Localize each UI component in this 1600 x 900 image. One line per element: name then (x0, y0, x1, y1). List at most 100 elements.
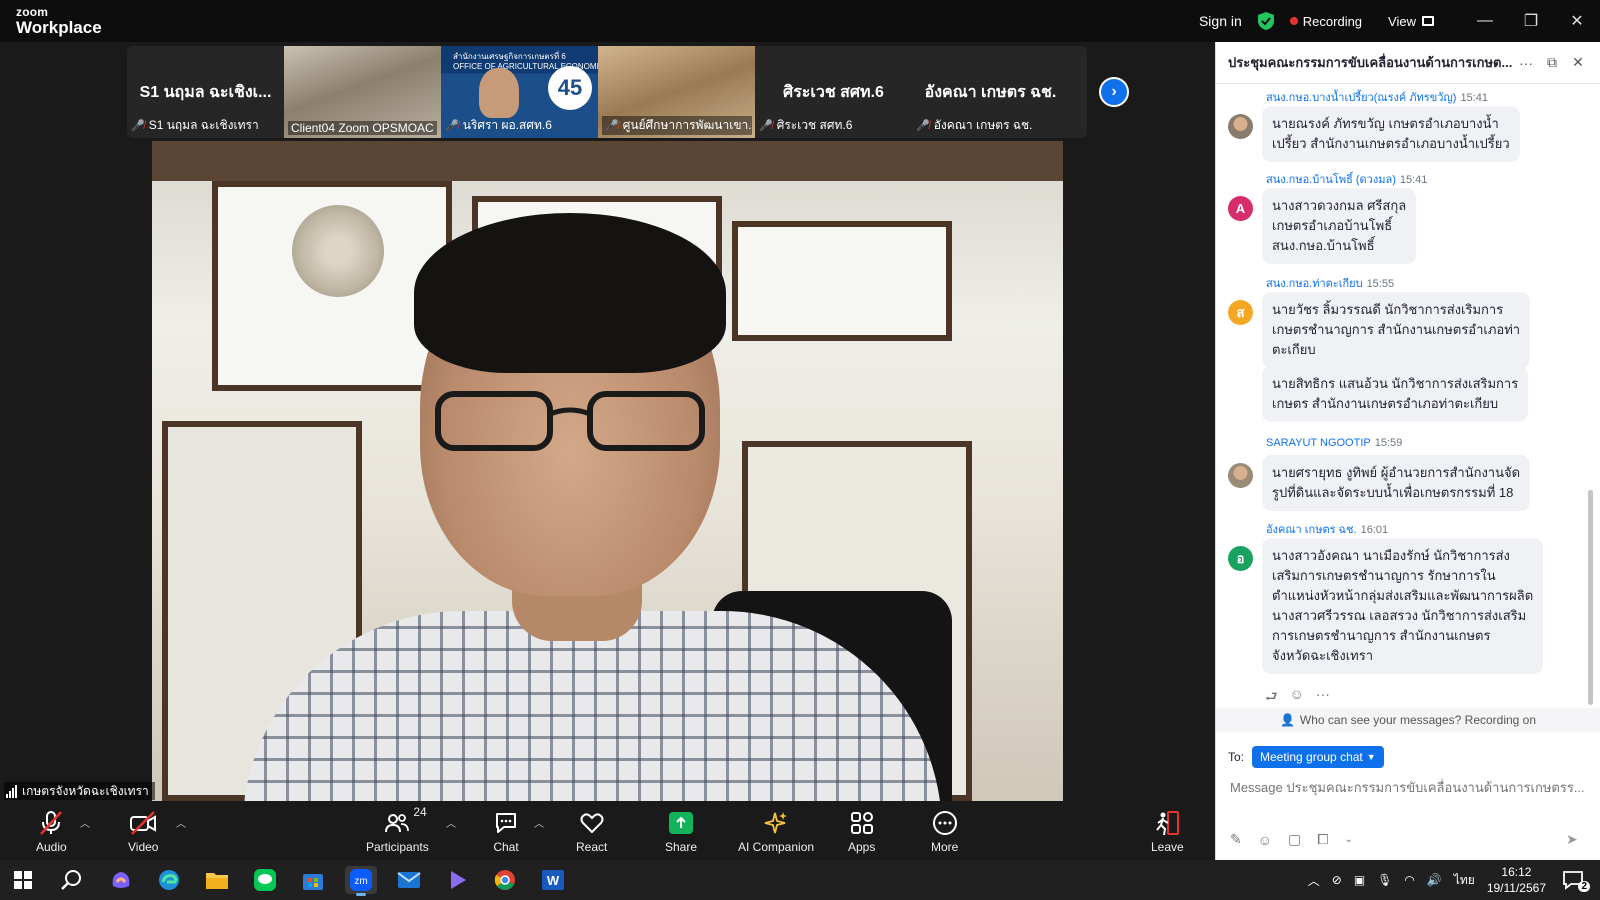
share-button[interactable]: Share (665, 809, 697, 854)
message-bubble[interactable]: นายวัชร ลิ้มวรรณดี นักวิชาการส่งเริมการเ… (1262, 292, 1531, 368)
search-button[interactable] (55, 866, 87, 894)
video-button[interactable]: Video (128, 809, 158, 854)
volume-icon[interactable]: 🔊 (1427, 873, 1442, 887)
emoji-icon[interactable]: ☺ (1258, 832, 1272, 848)
view-button[interactable]: View (1388, 14, 1434, 29)
sender-name: สนง.กษอ.ท่าตะเกียบ (1266, 278, 1363, 290)
message-bubble[interactable]: นายศรายุทธ งูทิพย์ ผู้อำนวยการสำนักงานจั… (1262, 455, 1531, 511)
more-button[interactable]: More (931, 809, 958, 854)
camera-off-icon[interactable]: ⊘ (1332, 873, 1342, 887)
recipient-row: To: Meeting group chat ▼ (1228, 746, 1384, 768)
react-button[interactable]: React (576, 809, 607, 854)
sign-in-link[interactable]: Sign in (1199, 13, 1242, 29)
camera-icon[interactable]: ▣ (1354, 873, 1365, 887)
pop-out-icon[interactable]: ⧉ (1539, 54, 1565, 71)
participant-thumb[interactable]: อังคณา เกษตร ฉช. 🎤̸ อังคณา เกษตร ฉช. (912, 46, 1069, 138)
message-line: นางสาวศรีวรรณ เลอสรวง นักวิชาการส่งเสริม (1272, 608, 1527, 623)
chat-scrollbar[interactable] (1588, 490, 1593, 705)
clock[interactable]: 16:12 19/11/2567 (1487, 864, 1546, 896)
active-speaker-video[interactable] (152, 141, 1063, 801)
apps-button[interactable]: Apps (848, 809, 875, 854)
participants-button[interactable]: 24 Participants (366, 805, 429, 854)
message-line: สนง.กษอ.บ้านโพธิ์ (1272, 238, 1375, 253)
message-sender[interactable]: สนง.กษอ.บางน้ำเปรี้ยว(ณรงค์ ภัทรขวัญ) 15:… (1266, 88, 1488, 106)
minimize-button[interactable]: — (1462, 0, 1508, 42)
next-page-button[interactable]: › (1099, 77, 1129, 107)
microphone-icon[interactable]: 🎙 (1377, 873, 1392, 887)
message-line: นายศรายุทธ งูทิพย์ ผู้อำนวยการสำนักงานจั… (1272, 465, 1521, 480)
file-attach-icon[interactable]: ▢ (1288, 831, 1301, 848)
leave-button[interactable]: Leave (1151, 809, 1184, 854)
zoom-taskbar-icon[interactable]: zm (345, 866, 377, 896)
show-hidden-icons-icon[interactable]: ︿ (1308, 872, 1320, 889)
ai-companion-button[interactable]: AI Companion (738, 809, 814, 854)
screenshot-icon[interactable]: ⧠ (1317, 831, 1328, 848)
sender-avatar[interactable]: A (1228, 196, 1253, 221)
recipient-dropdown[interactable]: Meeting group chat ▼ (1252, 746, 1384, 768)
privacy-notice[interactable]: 👤 Who can see your messages? Recording o… (1216, 708, 1600, 732)
audio-options-caret[interactable]: ︿ (80, 815, 90, 830)
chrome-taskbar-icon[interactable] (489, 866, 521, 894)
recording-indicator[interactable]: Recording (1289, 14, 1362, 29)
close-chat-icon[interactable]: ✕ (1565, 54, 1591, 71)
close-window-button[interactable]: ✕ (1554, 0, 1600, 42)
restore-button[interactable]: ❐ (1508, 0, 1554, 42)
message-sender[interactable]: อังคณา เกษตร ฉช. 16:01 (1266, 520, 1388, 538)
mail-taskbar-icon[interactable] (393, 866, 425, 894)
participant-caption: S1 นฤมล ฉะเชิงเทรา (148, 118, 259, 132)
participant-thumb[interactable]: 🎤̸ ศูนย์ศึกษาการพัฒนาเขา... (598, 46, 755, 138)
message-bubble[interactable]: นางสาวดวงกมล ศรีสกุล เกษตรอำเภอบ้านโพธิ์ส… (1262, 188, 1417, 264)
sender-avatar[interactable]: ส (1228, 300, 1253, 325)
message-bubble[interactable]: นายณรงค์ ภัทรขวัญ เกษตรอำเภอบางน้ำ เปรี้ย… (1262, 106, 1520, 162)
input-language[interactable]: ไทย (1454, 871, 1475, 890)
emoji-reaction-icon[interactable]: ☺ (1290, 686, 1304, 710)
participants-options-caret[interactable]: ︿ (446, 815, 456, 830)
mic-muted-icon: 🎤̸ (445, 120, 459, 132)
store-taskbar-icon[interactable] (297, 866, 329, 894)
notification-center-button[interactable]: 2 (1562, 870, 1590, 892)
edge-taskbar-icon[interactable] (153, 866, 185, 894)
windows-start-button[interactable] (7, 866, 39, 894)
file-explorer-taskbar-icon[interactable] (201, 866, 233, 894)
format-text-icon[interactable]: ✎ (1230, 831, 1242, 848)
audio-button[interactable]: Audio (36, 809, 67, 854)
reply-icon[interactable]: ⮐ (1265, 686, 1278, 710)
sender-name: สนง.กษอ.บางน้ำเปรี้ยว(ณรงค์ ภัทรขวัญ) (1266, 92, 1457, 104)
more-actions-icon[interactable]: ··· (1316, 686, 1330, 710)
participant-thumb[interactable]: ศิระเวช สศท.6 🎤̸ ศิระเวช สศท.6 (755, 46, 912, 138)
message-time: 15:41 (1460, 92, 1488, 104)
line-taskbar-icon[interactable] (249, 866, 281, 894)
video-options-caret[interactable]: ︿ (176, 815, 186, 830)
message-time: 15:55 (1366, 278, 1395, 290)
media-taskbar-icon[interactable] (441, 866, 473, 894)
participant-thumb[interactable]: สำนักงานเศรษฐกิจการเกษตรที่ 6 OFFICE OF … (441, 46, 610, 138)
view-label: View (1388, 13, 1416, 29)
chat-options-caret[interactable]: ︿ (534, 815, 544, 830)
chat-title: ประชุมคณะกรรมการขับเคลื่อนงานด้านการเกษต… (1228, 55, 1513, 70)
message-line: เสริมการเกษตรชำนาญการ รักษาการใน (1272, 568, 1496, 583)
message-bubble[interactable]: นางสาวอังคณา นาเมืองรักษ์ นักวิชาการส่งเ… (1262, 538, 1544, 674)
video-off-icon (130, 811, 157, 835)
shield-icon[interactable] (1257, 12, 1274, 30)
chevron-down-icon[interactable]: ⌄ (1344, 834, 1352, 845)
chat-more-options-button[interactable]: ··· (1513, 55, 1539, 71)
participant-thumb[interactable]: Client04 Zoom OPSMOAC (284, 46, 441, 138)
chevron-right-icon: › (1111, 83, 1117, 100)
sender-avatar[interactable] (1228, 463, 1253, 488)
message-sender[interactable]: SARAYUT NGOOTIP 15:59 (1266, 437, 1402, 449)
chat-button[interactable]: Chat (493, 809, 519, 854)
message-input[interactable] (1230, 775, 1590, 799)
sender-avatar[interactable] (1228, 114, 1253, 139)
message-bubble[interactable]: นายสิทธิกร แสนอ้วน นักวิชาการส่งเสริมการ… (1262, 366, 1529, 422)
word-taskbar-icon[interactable]: W (537, 866, 569, 894)
participant-thumb[interactable]: S1 นฤมล ฉะเชิงเ... 🎤̸ S1 นฤมล ฉะเชิงเทรา (127, 46, 284, 138)
speaker-name: เกษตรจังหวัดฉะเชิงเทรา (22, 783, 149, 798)
message-sender[interactable]: สนง.กษอ.บ้านโพธิ์ (ดวงมล) 15:41 (1266, 170, 1427, 188)
copilot-taskbar-icon[interactable] (105, 866, 137, 894)
message-sender[interactable]: สนง.กษอ.ท่าตะเกียบ 15:55 (1266, 274, 1394, 292)
input-toolbar: ✎ ☺ ▢ ⧠ ⌄ (1230, 831, 1353, 848)
wifi-icon[interactable]: ◠ (1404, 873, 1414, 887)
send-icon[interactable]: ➤ (1566, 831, 1578, 848)
sender-avatar[interactable]: อ (1228, 546, 1253, 571)
sender-name: SARAYUT NGOOTIP (1266, 437, 1371, 449)
